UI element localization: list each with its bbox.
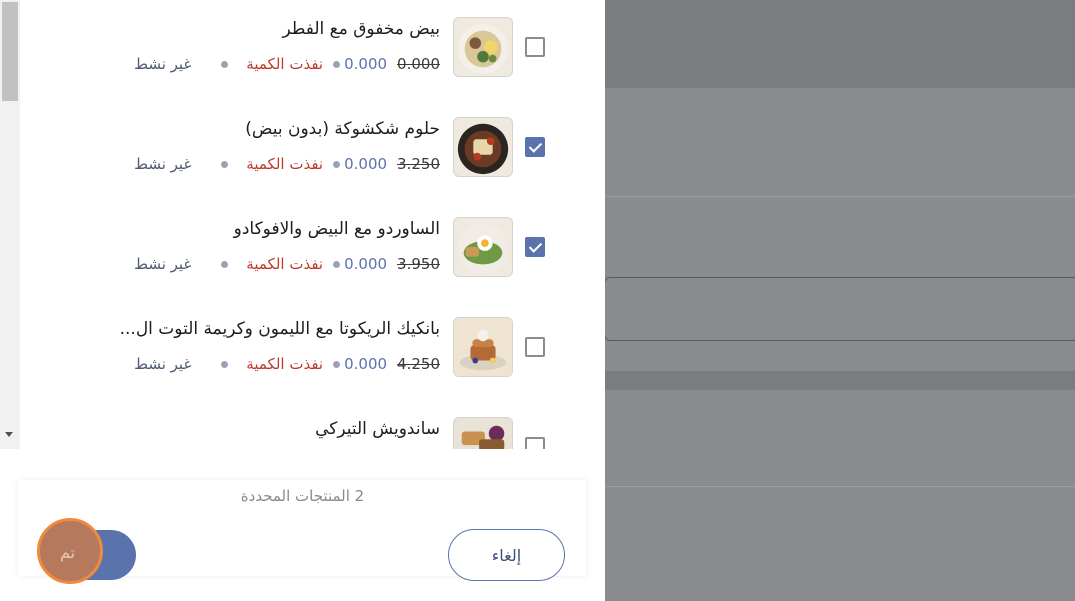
list-item[interactable]: الساوردو مع البيض والافوكادو 3.950 0.000… xyxy=(20,200,605,300)
product-selection-sheet: بيض مخفوق مع الفطر 0.000 0.000 نفذت الكم… xyxy=(0,0,605,601)
product-old-price: 3.250 xyxy=(397,155,440,173)
product-name: بيض مخفوق مع الفطر xyxy=(282,19,440,39)
list-item[interactable]: بيض مخفوق مع الفطر 0.000 0.000 نفذت الكم… xyxy=(20,0,605,100)
active-status: غير نشط xyxy=(134,255,192,273)
product-name: ساندويش التيركي xyxy=(315,419,440,439)
active-status: غير نشط xyxy=(134,355,192,373)
product-list: بيض مخفوق مع الفطر 0.000 0.000 نفذت الكم… xyxy=(20,0,605,449)
list-item[interactable]: حلوم شكشوكة (بدون بيض) 3.250 0.000 نفذت … xyxy=(20,100,605,200)
background-input-field xyxy=(604,277,1075,341)
product-checkbox[interactable] xyxy=(525,37,545,57)
product-image xyxy=(453,317,513,377)
product-image xyxy=(453,417,513,449)
product-checkbox[interactable] xyxy=(525,237,545,257)
selected-count-label: 2 المنتجات المحددة xyxy=(240,487,365,505)
separator-dot xyxy=(221,360,229,368)
product-new-price: 0.000 xyxy=(344,255,388,273)
product-new-price: 0.000 xyxy=(344,155,388,173)
product-old-price: 3.950 xyxy=(397,255,440,273)
background-divider xyxy=(605,196,1075,197)
scrollbar-thumb[interactable] xyxy=(2,2,18,101)
product-name: حلوم شكشوكة (بدون بيض) xyxy=(245,119,440,139)
separator-dot xyxy=(333,160,341,168)
product-new-price: 0.000 xyxy=(344,55,388,73)
separator-dot xyxy=(333,360,341,368)
product-name: الساوردو مع البيض والافوكادو xyxy=(233,219,440,239)
product-image xyxy=(453,17,513,77)
background-divider xyxy=(605,486,1075,487)
product-image xyxy=(453,217,513,277)
cancel-button[interactable]: إلغاء xyxy=(448,529,565,581)
stock-status: نفذت الكمية xyxy=(246,355,324,373)
separator-dot xyxy=(333,60,341,68)
separator-dot xyxy=(221,60,229,68)
product-meta: 4.250 0.000 نفذت الكمية غير نشط xyxy=(134,355,440,373)
product-checkbox[interactable] xyxy=(525,337,545,357)
list-item[interactable]: بانكيك الريكوتا مع الليمون وكريمة التوت … xyxy=(20,300,605,400)
separator-dot xyxy=(221,160,229,168)
list-scrollbar[interactable] xyxy=(0,0,20,449)
product-new-price: 0.000 xyxy=(344,355,388,373)
product-old-price: 0.000 xyxy=(397,55,440,73)
stock-status: نفذت الكمية xyxy=(246,255,324,273)
product-old-price: 4.250 xyxy=(397,355,440,373)
separator-dot xyxy=(333,260,341,268)
done-button-label: تم xyxy=(60,543,76,562)
active-status: غير نشط xyxy=(134,155,192,173)
scroll-down-arrow-icon[interactable] xyxy=(5,432,13,437)
product-meta: 0.000 0.000 نفذت الكمية غير نشط xyxy=(134,55,440,73)
product-meta: 3.250 0.000 نفذت الكمية غير نشط xyxy=(134,155,440,173)
separator-dot xyxy=(221,260,229,268)
product-checkbox[interactable] xyxy=(525,437,545,449)
list-item[interactable]: ساندويش التيركي xyxy=(20,400,605,449)
product-meta: 3.950 0.000 نفذت الكمية غير نشط xyxy=(134,255,440,273)
product-checkbox[interactable] xyxy=(525,137,545,157)
product-name: بانكيك الريكوتا مع الليمون وكريمة التوت … xyxy=(119,319,440,339)
background-panel-lower xyxy=(605,390,1075,601)
product-image xyxy=(453,117,513,177)
active-status: غير نشط xyxy=(134,55,192,73)
stock-status: نفذت الكمية xyxy=(246,155,324,173)
stock-status: نفذت الكمية xyxy=(246,55,324,73)
